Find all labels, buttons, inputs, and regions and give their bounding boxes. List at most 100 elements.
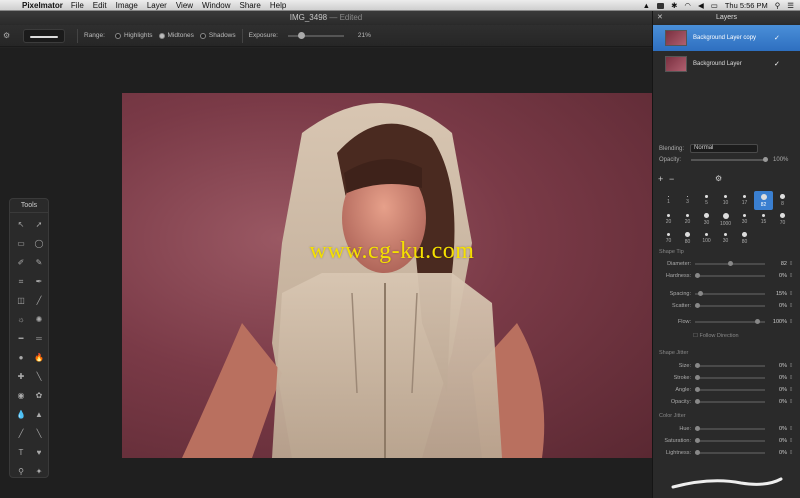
crop-icon[interactable]: ⌗	[12, 272, 30, 291]
brush-preset[interactable]: 10	[716, 191, 735, 210]
property-slider[interactable]	[695, 273, 765, 278]
eyedropper-icon[interactable]: ✒	[30, 272, 48, 291]
lasso-icon[interactable]: ✐	[12, 253, 30, 272]
property-slider-knob[interactable]	[695, 399, 700, 404]
blending-select[interactable]: Normal	[690, 144, 759, 153]
color-icon[interactable]: ♥	[30, 443, 48, 462]
property-slider[interactable]	[695, 261, 765, 266]
brush-preset[interactable]: 3	[678, 191, 697, 210]
layer-row[interactable]: Background Layer ✓	[653, 51, 800, 77]
brush-preset[interactable]: 5	[697, 191, 716, 210]
property-slider-knob[interactable]	[695, 303, 700, 308]
property-slider[interactable]	[695, 363, 765, 368]
redeye-icon[interactable]: ◉	[12, 386, 30, 405]
property-slider[interactable]	[695, 387, 765, 392]
burn-icon[interactable]: ═	[30, 329, 48, 348]
hand-icon[interactable]: ✦	[30, 462, 48, 481]
stepper-icon[interactable]: ⇕	[787, 363, 795, 369]
pen-icon[interactable]: ●	[12, 348, 30, 367]
brush-preset[interactable]: 17	[735, 191, 754, 210]
layer-visibility-checkbox[interactable]: ✓	[774, 35, 781, 42]
brush-preset[interactable]: 8	[773, 191, 792, 210]
brush-preset[interactable]: 100	[697, 229, 716, 248]
heal-icon[interactable]: ✿	[30, 386, 48, 405]
layer-row[interactable]: Background Layer copy ✓	[653, 25, 800, 51]
gear-icon[interactable]: ⚙	[3, 31, 17, 40]
brush-preset[interactable]: 70	[659, 229, 678, 248]
rect-select-icon[interactable]: ▭	[12, 234, 30, 253]
brush-preset[interactable]: 1000	[716, 210, 735, 229]
gear-icon[interactable]: ⚙	[715, 174, 722, 183]
property-slider-knob[interactable]	[695, 273, 700, 278]
arrow-icon[interactable]: ➚	[30, 215, 48, 234]
clock[interactable]: Thu 5:56 PM	[725, 1, 768, 10]
blur-icon[interactable]: ╲	[30, 424, 48, 443]
stepper-icon[interactable]: ⇕	[787, 291, 795, 297]
battery-icon[interactable]: ▭	[711, 1, 718, 10]
stepper-icon[interactable]: ⇕	[787, 426, 795, 432]
brush-preset[interactable]: 80	[735, 229, 754, 248]
property-slider[interactable]	[695, 438, 765, 443]
menu-share[interactable]: Share	[240, 1, 261, 10]
canvas-area[interactable]: www.cg-ku.com	[0, 48, 652, 498]
menu-edit[interactable]: Edit	[93, 1, 107, 10]
line-icon[interactable]: ╱	[12, 424, 30, 443]
flame-icon[interactable]: 🔥	[30, 348, 48, 367]
property-slider[interactable]	[695, 426, 765, 431]
notification-icon[interactable]: ☰	[787, 1, 794, 10]
menu-help[interactable]: Help	[270, 1, 286, 10]
layer-visibility-checkbox[interactable]: ✓	[774, 61, 781, 68]
stepper-icon[interactable]: ⇕	[787, 319, 795, 325]
exposure-slider-knob[interactable]	[298, 31, 306, 39]
property-slider-knob[interactable]	[698, 291, 703, 296]
brush-preset[interactable]: 30	[716, 229, 735, 248]
zoom-icon[interactable]: ⚲	[12, 462, 30, 481]
clone-icon[interactable]: ✚	[12, 367, 30, 386]
brush-preset[interactable]: 82	[754, 191, 773, 210]
stepper-icon[interactable]: ⇕	[787, 273, 795, 279]
status-icon[interactable]	[657, 2, 665, 9]
menu-layer[interactable]: Layer	[147, 1, 167, 10]
property-slider[interactable]	[695, 291, 765, 296]
poly-lasso-icon[interactable]: ✎	[30, 253, 48, 272]
property-slider[interactable]	[695, 399, 765, 404]
radio-midtones[interactable]	[158, 32, 165, 39]
opacity-slider[interactable]	[691, 157, 769, 162]
stepper-icon[interactable]: ⇕	[787, 303, 795, 309]
property-slider-knob[interactable]	[755, 319, 760, 324]
adobe-icon[interactable]: ▲	[643, 1, 650, 10]
property-slider[interactable]	[695, 319, 765, 324]
sponge-icon[interactable]: ✺	[30, 310, 48, 329]
property-slider[interactable]	[695, 450, 765, 455]
property-slider[interactable]	[695, 303, 765, 308]
brush-preset[interactable]: 80	[678, 229, 697, 248]
stepper-icon[interactable]: ⇕	[787, 450, 795, 456]
brush-preset[interactable]: 15	[754, 210, 773, 229]
remove-layer-button[interactable]: −	[669, 174, 674, 184]
ellipse-select-icon[interactable]: ◯	[30, 234, 48, 253]
stepper-icon[interactable]: ⇕	[787, 399, 795, 405]
exposure-slider[interactable]	[287, 31, 344, 39]
bluetooth-icon[interactable]: ✱	[671, 1, 677, 10]
property-slider-knob[interactable]	[695, 375, 700, 380]
brush-preset[interactable]: 30	[735, 210, 754, 229]
brush-preset-picker[interactable]	[23, 28, 65, 43]
close-icon[interactable]: ✕	[657, 11, 663, 24]
property-slider-knob[interactable]	[728, 261, 733, 266]
menu-image[interactable]: Image	[116, 1, 138, 10]
stepper-icon[interactable]: ⇕	[787, 438, 795, 444]
brush-icon[interactable]: ╲	[30, 367, 48, 386]
app-menu[interactable]: Pixelmator	[22, 1, 63, 10]
opacity-slider-knob[interactable]	[763, 157, 769, 162]
property-slider[interactable]	[695, 375, 765, 380]
menu-file[interactable]: File	[71, 1, 84, 10]
wifi-icon[interactable]: ◠	[684, 1, 691, 10]
stepper-icon[interactable]: ⇕	[787, 375, 795, 381]
eraser-icon[interactable]: ◫	[12, 291, 30, 310]
sharpen-icon[interactable]: ▲	[30, 405, 48, 424]
brush-preset[interactable]: 70	[773, 210, 792, 229]
pencil-icon[interactable]: ╱	[30, 291, 48, 310]
dodge-icon[interactable]: ━	[12, 329, 30, 348]
menu-view[interactable]: View	[176, 1, 193, 10]
property-slider-knob[interactable]	[695, 387, 700, 392]
